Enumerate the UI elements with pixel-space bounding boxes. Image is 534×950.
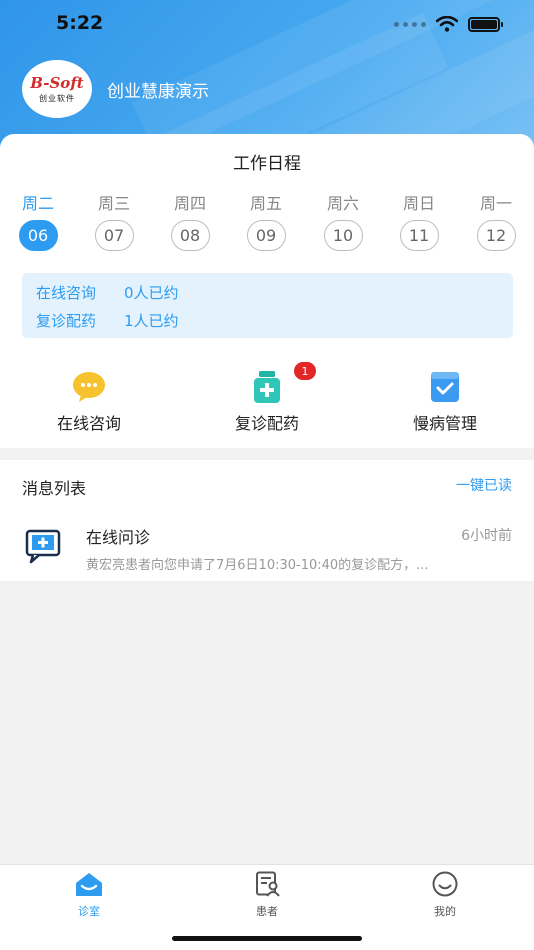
- day-sun[interactable]: 周日 11: [389, 190, 449, 251]
- appointment-summary[interactable]: 在线咨询 0人已约 复诊配药 1人已约: [22, 273, 513, 338]
- wifi-icon: [436, 16, 458, 32]
- message-title: 在线问诊: [86, 528, 151, 547]
- cellular-icon: [394, 21, 426, 27]
- schedule-card: 工作日程 周二 06 周三 07 周四 08 周五 09 周六 10 周日 11…: [0, 134, 534, 448]
- refill-badge: 1: [294, 362, 316, 380]
- online-inquiry-icon: [25, 529, 61, 564]
- message-preview: 黄宏亮患者向您申请了7月6日10:30-10:40的复诊配方，...: [86, 558, 429, 573]
- org-name: 创业慧康演示: [107, 82, 209, 102]
- day-thu[interactable]: 周四 08: [160, 190, 220, 251]
- online-consult-button[interactable]: 在线咨询: [0, 370, 178, 434]
- org-logo: B-Soft 创业软件: [22, 60, 92, 118]
- patient-record-icon: [256, 871, 280, 897]
- status-time: 5:22: [56, 12, 104, 34]
- appointment-row-refill: 复诊配药 1人已约: [36, 312, 179, 330]
- day-tue[interactable]: 周二 06: [8, 190, 68, 251]
- refill-prescription-button[interactable]: 1 复诊配药: [178, 362, 356, 434]
- day-fri[interactable]: 周五 09: [236, 190, 296, 251]
- mark-all-read-button[interactable]: 一键已读: [456, 475, 512, 495]
- appointment-row-consult: 在线咨询 0人已约: [36, 284, 179, 302]
- day-mon[interactable]: 周一 12: [466, 190, 526, 251]
- battery-icon: [468, 16, 503, 32]
- medicine-bottle-icon: [254, 371, 280, 403]
- schedule-title: 工作日程: [233, 154, 301, 174]
- chat-bubble-icon: [73, 372, 105, 402]
- tab-patients[interactable]: 患者: [207, 871, 327, 919]
- message-list-title: 消息列表: [22, 479, 87, 498]
- message-time: 6小时前: [461, 528, 512, 544]
- clipboard-check-icon: [431, 372, 459, 402]
- home-indicator: [172, 936, 362, 941]
- tab-mine[interactable]: 我的: [385, 871, 505, 919]
- house-icon: [76, 873, 102, 896]
- smiley-icon: [432, 871, 458, 897]
- day-sat[interactable]: 周六 10: [313, 190, 373, 251]
- message-item[interactable]: 在线问诊 6小时前 黄宏亮患者向您申请了7月6日10:30-10:40的复诊配方…: [0, 516, 534, 576]
- message-list: 消息列表 一键已读 在线问诊 6小时前 黄宏亮患者向您申请了7月6日10:30-…: [0, 460, 534, 581]
- chronic-disease-button[interactable]: 慢病管理: [356, 370, 534, 434]
- tab-clinic[interactable]: 诊室: [29, 871, 149, 919]
- day-wed[interactable]: 周三 07: [84, 190, 144, 251]
- status-bar: 5:22: [0, 0, 534, 50]
